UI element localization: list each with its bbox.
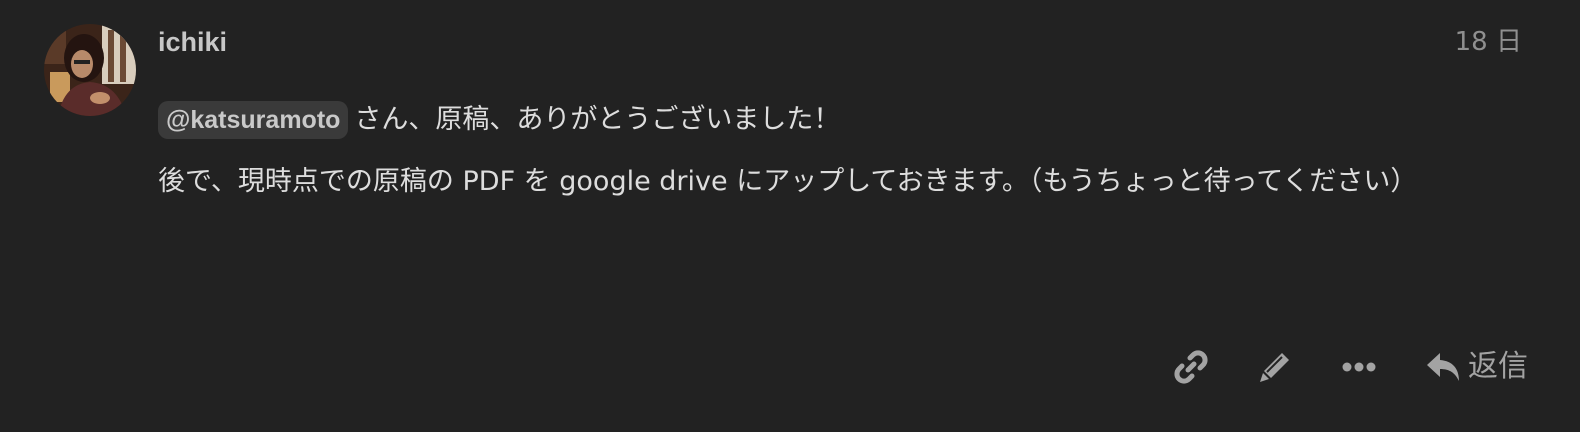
- pencil-icon: [1260, 353, 1289, 382]
- post: ichiki 18 日 @katsuramoto さん、原稿、ありがとうございまし…: [0, 0, 1580, 432]
- copy-link-button[interactable]: [1164, 340, 1218, 394]
- post-username[interactable]: ichiki: [158, 25, 227, 59]
- post-date[interactable]: 18 日: [1455, 25, 1522, 59]
- avatar-image: [44, 24, 136, 116]
- edit-button[interactable]: [1248, 340, 1302, 394]
- paragraph-1-text: さん、原稿、ありがとうございました！: [354, 104, 841, 135]
- reply-label: 返信: [1468, 349, 1528, 384]
- user-mention[interactable]: @katsuramoto: [158, 101, 349, 139]
- user-avatar[interactable]: [44, 24, 136, 116]
- reply-arrow-icon: [1427, 353, 1459, 381]
- more-actions-button[interactable]: [1332, 340, 1386, 394]
- post-actions: 返信: [1134, 340, 1528, 394]
- link-icon: [1174, 350, 1208, 384]
- reply-button[interactable]: 返信: [1426, 340, 1528, 394]
- post-body: @katsuramoto さん、原稿、ありがとうございました！ 後で、現時点での原…: [158, 98, 1488, 204]
- post-paragraph-1: @katsuramoto さん、原稿、ありがとうございました！: [158, 98, 1488, 142]
- ellipsis-icon: [1342, 362, 1376, 372]
- post-paragraph-2: 後で、現時点での原稿の PDF を google drive にアップしておきま…: [158, 166, 1418, 197]
